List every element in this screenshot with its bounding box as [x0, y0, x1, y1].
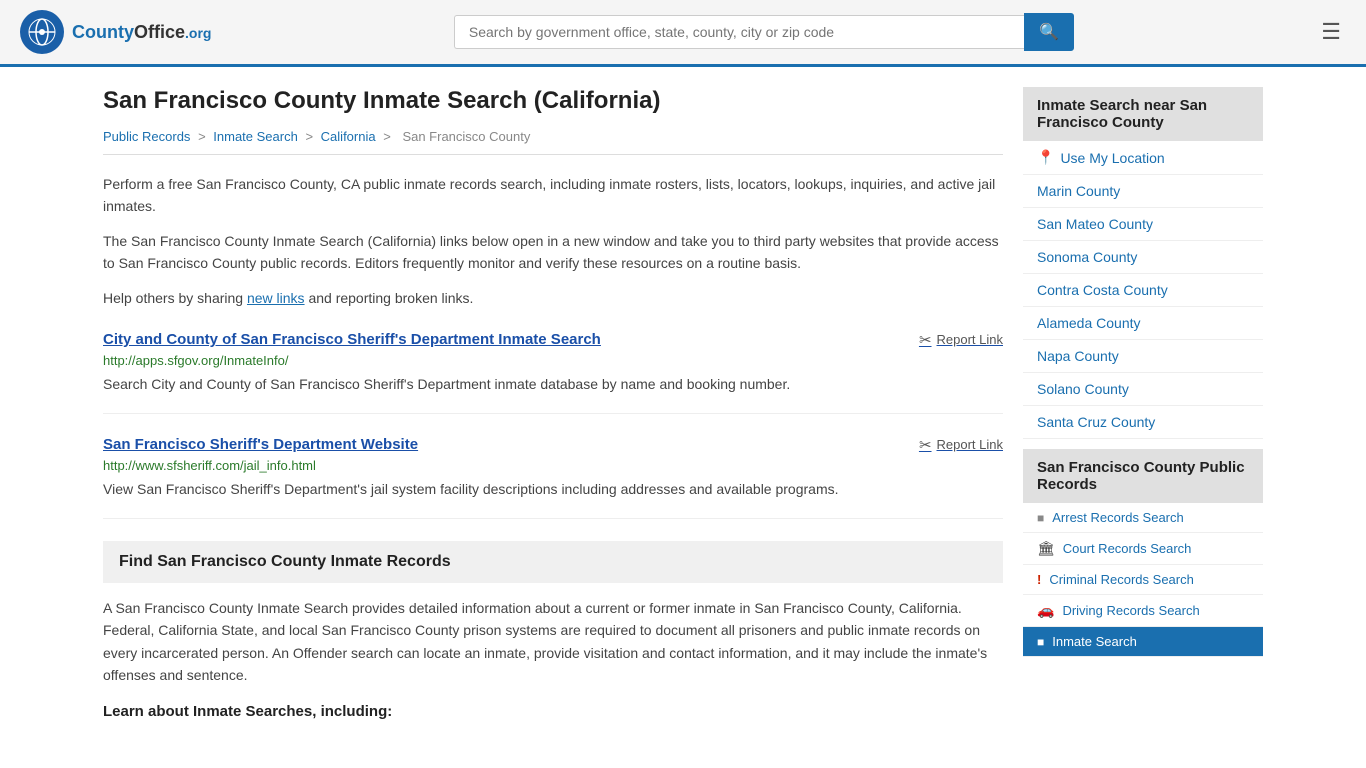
sidebar: Inmate Search near San Francisco County …	[1023, 87, 1263, 720]
record-title-row: San Francisco Sheriff's Department Websi…	[103, 436, 1003, 454]
criminal-icon: !	[1037, 572, 1041, 587]
main-container: San Francisco County Inmate Search (Cali…	[83, 67, 1283, 740]
record-entry: City and County of San Francisco Sheriff…	[103, 331, 1003, 414]
find-section-desc: A San Francisco County Inmate Search pro…	[103, 597, 1003, 687]
pin-icon: 📍	[1037, 149, 1054, 166]
breadcrumb-california[interactable]: California	[321, 129, 376, 144]
new-links-link[interactable]: new links	[247, 290, 305, 306]
sidebar-pr-driving[interactable]: 🚗 Driving Records Search	[1023, 595, 1263, 627]
logo-icon	[20, 10, 64, 54]
intro-paragraph-2: The San Francisco County Inmate Search (…	[103, 230, 1003, 275]
breadcrumb-public-records[interactable]: Public Records	[103, 129, 190, 144]
sidebar-item-contra-costa[interactable]: Contra Costa County	[1023, 274, 1263, 307]
public-records-header: San Francisco County Public Records	[1023, 449, 1263, 503]
sidebar-item-san-mateo[interactable]: San Mateo County	[1023, 208, 1263, 241]
learn-title: Learn about Inmate Searches, including:	[103, 703, 1003, 720]
sidebar-item-santa-cruz[interactable]: Santa Cruz County	[1023, 406, 1263, 439]
intro-paragraph-3: Help others by sharing new links and rep…	[103, 287, 1003, 309]
sidebar-item-marin[interactable]: Marin County	[1023, 175, 1263, 208]
page-title: San Francisco County Inmate Search (Cali…	[103, 87, 1003, 115]
arrest-icon: ■	[1037, 511, 1044, 525]
record-title-row: City and County of San Francisco Sheriff…	[103, 331, 1003, 349]
nearby-section: Inmate Search near San Francisco County …	[1023, 87, 1263, 439]
find-section-title: Find San Francisco County Inmate Records	[119, 553, 987, 571]
record-2-url[interactable]: http://www.sfsheriff.com/jail_info.html	[103, 458, 1003, 473]
scissors-icon: ✂	[919, 436, 932, 454]
use-location-item[interactable]: 📍 Use My Location	[1023, 141, 1263, 175]
sidebar-item-napa[interactable]: Napa County	[1023, 340, 1263, 373]
search-button[interactable]: 🔍	[1024, 13, 1074, 51]
intro-paragraph-1: Perform a free San Francisco County, CA …	[103, 173, 1003, 218]
sidebar-pr-court[interactable]: 🏛 Court Records Search	[1023, 533, 1263, 565]
public-records-section: San Francisco County Public Records ■ Ar…	[1023, 449, 1263, 657]
find-section: Find San Francisco County Inmate Records	[103, 541, 1003, 583]
logo-text: CountyOffice.org	[72, 22, 211, 43]
sidebar-item-solano[interactable]: Solano County	[1023, 373, 1263, 406]
site-header: CountyOffice.org 🔍 ☰	[0, 0, 1366, 67]
record-2-title-link[interactable]: San Francisco Sheriff's Department Websi…	[103, 436, 418, 453]
search-icon: 🔍	[1039, 24, 1059, 41]
breadcrumb-inmate-search[interactable]: Inmate Search	[213, 129, 298, 144]
report-link-2[interactable]: ✂ Report Link	[919, 436, 1003, 454]
content-area: San Francisco County Inmate Search (Cali…	[103, 87, 1003, 720]
scissors-icon: ✂	[919, 331, 932, 349]
use-location-link[interactable]: Use My Location	[1060, 150, 1164, 166]
sidebar-item-alameda[interactable]: Alameda County	[1023, 307, 1263, 340]
nearby-header: Inmate Search near San Francisco County	[1023, 87, 1263, 141]
record-2-desc: View San Francisco Sheriff's Department'…	[103, 479, 1003, 500]
breadcrumb-current: San Francisco County	[402, 129, 530, 144]
record-1-desc: Search City and County of San Francisco …	[103, 374, 1003, 395]
inmate-icon: ■	[1037, 635, 1044, 649]
breadcrumb: Public Records > Inmate Search > Califor…	[103, 129, 1003, 155]
logo-area[interactable]: CountyOffice.org	[20, 10, 211, 54]
driving-icon: 🚗	[1037, 602, 1054, 619]
menu-icon[interactable]: ☰	[1316, 14, 1346, 50]
report-link-1[interactable]: ✂ Report Link	[919, 331, 1003, 349]
sidebar-pr-arrest[interactable]: ■ Arrest Records Search	[1023, 503, 1263, 533]
sidebar-pr-criminal[interactable]: ! Criminal Records Search	[1023, 565, 1263, 595]
search-area: 🔍	[454, 13, 1074, 51]
record-1-url[interactable]: http://apps.sfgov.org/InmateInfo/	[103, 353, 1003, 368]
court-icon: 🏛	[1037, 540, 1055, 557]
search-input[interactable]	[454, 15, 1024, 49]
sidebar-pr-inmate[interactable]: ■ Inmate Search	[1023, 627, 1263, 657]
record-1-title-link[interactable]: City and County of San Francisco Sheriff…	[103, 331, 601, 348]
sidebar-item-sonoma[interactable]: Sonoma County	[1023, 241, 1263, 274]
record-entry: San Francisco Sheriff's Department Websi…	[103, 436, 1003, 519]
